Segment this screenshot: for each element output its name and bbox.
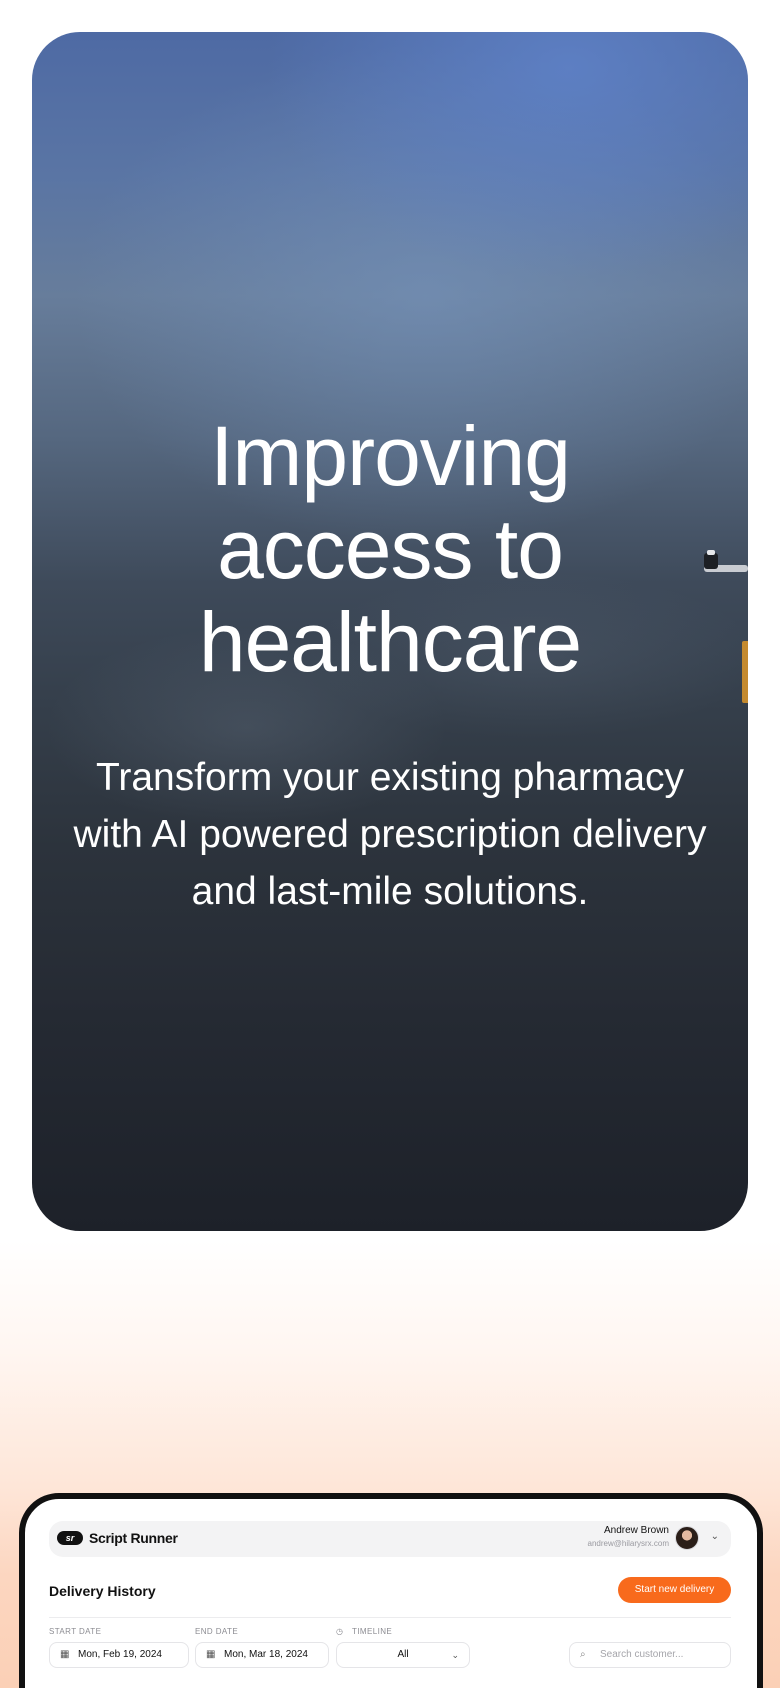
start-date-label: START DATE: [49, 1627, 102, 1636]
app-header: sr Script Runner Andrew Brown andrew@hil…: [49, 1521, 731, 1557]
timeline-label: ◷ TIMELINE: [336, 1627, 392, 1636]
start-date-field[interactable]: ▦ Mon, Feb 19, 2024: [49, 1642, 189, 1668]
hero-subtitle: Transform your existing pharmacy with AI…: [73, 756, 707, 913]
end-date-field[interactable]: ▦ Mon, Mar 18, 2024: [195, 1642, 329, 1668]
hero-card: Improving access to healthcare Transform…: [32, 32, 748, 1231]
user-email: andrew@hilarysrx.com: [587, 1539, 669, 1548]
chevron-down-icon: ⌄: [451, 1650, 459, 1660]
app-screen: sr Script Runner Andrew Brown andrew@hil…: [25, 1499, 757, 1688]
start-new-delivery-button[interactable]: Start new delivery: [618, 1577, 731, 1603]
landing-page: Improving access to healthcare Transform…: [0, 0, 780, 1688]
laptop-mockup: sr Script Runner Andrew Brown andrew@hil…: [19, 1493, 763, 1688]
search-placeholder: Search customer...: [600, 1649, 684, 1660]
timeline-select[interactable]: All ⌄: [336, 1642, 470, 1668]
end-date-label: END DATE: [195, 1627, 239, 1636]
clock-icon: ◷: [336, 1627, 344, 1636]
end-date-value: Mon, Mar 18, 2024: [224, 1649, 308, 1660]
timeline-label-text: TIMELINE: [352, 1627, 393, 1636]
avatar[interactable]: [675, 1526, 699, 1550]
logo-badge: sr: [57, 1531, 83, 1545]
search-icon: ⌕: [580, 1649, 586, 1660]
page-title: Delivery History: [49, 1583, 156, 1599]
start-date-value: Mon, Feb 19, 2024: [78, 1649, 162, 1660]
chevron-down-icon[interactable]: ⌄: [711, 1531, 719, 1542]
calendar-icon: ▦: [206, 1649, 216, 1660]
hero-title: Improving access to healthcare: [198, 409, 582, 689]
divider: [49, 1617, 731, 1618]
timeline-value: All: [397, 1649, 409, 1660]
user-name: Andrew Brown: [603, 1525, 669, 1536]
calendar-icon: ▦: [60, 1649, 70, 1660]
search-customer-input[interactable]: ⌕ Search customer...: [569, 1642, 731, 1668]
logo-text[interactable]: Script Runner: [89, 1530, 178, 1546]
